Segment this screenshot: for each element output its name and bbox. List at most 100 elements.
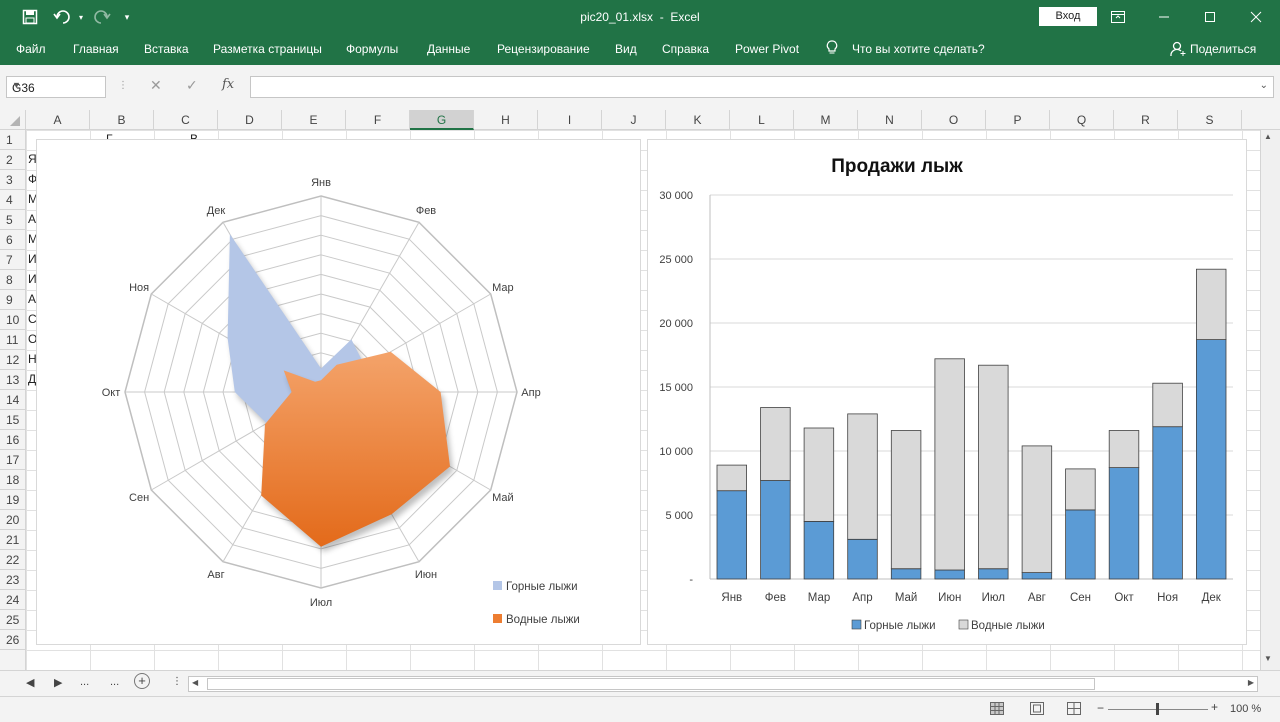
scroll-down-icon[interactable]: ▼ bbox=[1264, 654, 1272, 663]
row-header-20[interactable]: 20 bbox=[0, 510, 25, 530]
bar-water-ski[interactable] bbox=[847, 413, 878, 540]
tab-file[interactable]: Файл bbox=[16, 42, 46, 56]
row-header-4[interactable]: 4 bbox=[0, 190, 25, 210]
tab-help[interactable]: Справка bbox=[662, 42, 709, 56]
bar-water-ski[interactable] bbox=[890, 430, 922, 570]
name-box[interactable]: G36 ▼ bbox=[6, 76, 106, 98]
tab-page-layout[interactable]: Разметка страницы bbox=[213, 42, 322, 56]
horizontal-scroll-thumb[interactable] bbox=[207, 678, 1095, 690]
bar-water-ski[interactable] bbox=[1065, 468, 1096, 511]
vertical-scrollbar[interactable]: ▲ ▼ bbox=[1260, 130, 1280, 670]
column-header-h[interactable]: H bbox=[474, 110, 538, 130]
tab-review[interactable]: Рецензирование bbox=[497, 42, 590, 56]
row-header-14[interactable]: 14 bbox=[0, 390, 25, 410]
more-sheets-right[interactable]: ... bbox=[110, 676, 119, 688]
save-icon[interactable] bbox=[20, 0, 40, 34]
row-header-18[interactable]: 18 bbox=[0, 470, 25, 490]
bar-water-ski[interactable] bbox=[934, 358, 965, 571]
tab-view[interactable]: Вид bbox=[615, 42, 637, 56]
signin-button[interactable]: Вход bbox=[1039, 7, 1097, 26]
zoom-slider-thumb[interactable] bbox=[1156, 703, 1159, 715]
scroll-right-icon[interactable]: ▶ bbox=[1248, 678, 1254, 687]
row-header-7[interactable]: 7 bbox=[0, 250, 25, 270]
ribbon-display-options-icon[interactable] bbox=[1095, 0, 1141, 34]
add-sheet-button[interactable]: + bbox=[134, 673, 150, 689]
tab-data[interactable]: Данные bbox=[427, 42, 470, 56]
column-header-e[interactable]: E bbox=[282, 110, 346, 130]
row-header-11[interactable]: 11 bbox=[0, 330, 25, 350]
row-header-17[interactable]: 17 bbox=[0, 450, 25, 470]
row-header-22[interactable]: 22 bbox=[0, 550, 25, 570]
scroll-left-icon[interactable]: ◀ bbox=[192, 678, 198, 687]
row-header-16[interactable]: 16 bbox=[0, 430, 25, 450]
bar-water-ski[interactable] bbox=[803, 427, 835, 522]
column-header-l[interactable]: L bbox=[730, 110, 794, 130]
row-header-12[interactable]: 12 bbox=[0, 350, 25, 370]
column-header-a[interactable]: A bbox=[26, 110, 90, 130]
zoom-out-icon[interactable]: − bbox=[1097, 701, 1104, 715]
bar-mountain-ski[interactable] bbox=[716, 490, 748, 580]
row-header-3[interactable]: 3 bbox=[0, 170, 25, 190]
column-header-k[interactable]: K bbox=[666, 110, 730, 130]
bar-mountain-ski[interactable] bbox=[1152, 426, 1183, 580]
customize-qat-icon[interactable]: ▾ bbox=[120, 0, 134, 34]
bar-water-ski[interactable] bbox=[1152, 382, 1183, 428]
bar-water-ski[interactable] bbox=[978, 364, 1009, 570]
column-header-m[interactable]: M bbox=[794, 110, 858, 130]
zoom-in-icon[interactable]: + bbox=[1211, 700, 1218, 714]
column-header-d[interactable]: D bbox=[218, 110, 282, 130]
row-header-13[interactable]: 13 bbox=[0, 370, 25, 390]
bar-water-ski[interactable] bbox=[716, 464, 748, 492]
zoom-level[interactable]: 100 % bbox=[1230, 703, 1261, 715]
bar-water-ski[interactable] bbox=[1108, 430, 1140, 468]
tab-formulas[interactable]: Формулы bbox=[346, 42, 398, 56]
column-header-p[interactable]: P bbox=[986, 110, 1050, 130]
row-header-5[interactable]: 5 bbox=[0, 210, 25, 230]
bar-mountain-ski[interactable] bbox=[847, 538, 878, 580]
row-header-24[interactable]: 24 bbox=[0, 590, 25, 610]
page-layout-view-icon[interactable] bbox=[1030, 702, 1044, 718]
column-header-f[interactable]: F bbox=[346, 110, 410, 130]
prev-sheet-icon[interactable]: ◀ bbox=[26, 676, 34, 689]
column-header-b[interactable]: B bbox=[90, 110, 154, 130]
enter-check-icon[interactable]: ✓ bbox=[186, 77, 198, 94]
select-all-corner[interactable] bbox=[0, 110, 26, 130]
row-header-25[interactable]: 25 bbox=[0, 610, 25, 630]
row-header-19[interactable]: 19 bbox=[0, 490, 25, 510]
bar-mountain-ski[interactable] bbox=[978, 568, 1009, 580]
bar-water-ski[interactable] bbox=[760, 407, 791, 481]
column-header-i[interactable]: I bbox=[538, 110, 602, 130]
column-header-c[interactable]: C bbox=[154, 110, 218, 130]
tab-power-pivot[interactable]: Power Pivot bbox=[735, 42, 799, 56]
share-user-icon[interactable] bbox=[1170, 41, 1186, 60]
lightbulb-icon[interactable] bbox=[826, 40, 838, 59]
row-header-23[interactable]: 23 bbox=[0, 570, 25, 590]
column-header-g[interactable]: G bbox=[410, 110, 474, 130]
bar-mountain-ski[interactable] bbox=[1021, 572, 1053, 580]
row-header-8[interactable]: 8 bbox=[0, 270, 25, 290]
undo-dropdown-icon[interactable]: ▾ bbox=[76, 0, 86, 34]
row-header-6[interactable]: 6 bbox=[0, 230, 25, 250]
horizontal-scrollbar[interactable]: ◀ ▶ bbox=[188, 676, 1258, 692]
redo-icon[interactable] bbox=[88, 0, 114, 34]
vertical-scroll-track[interactable] bbox=[1264, 134, 1276, 614]
tab-home[interactable]: Главная bbox=[73, 42, 119, 56]
row-header-15[interactable]: 15 bbox=[0, 410, 25, 430]
row-header-2[interactable]: 2 bbox=[0, 150, 25, 170]
insert-function-icon[interactable]: fx bbox=[222, 77, 234, 92]
column-header-r[interactable]: R bbox=[1114, 110, 1178, 130]
row-header-26[interactable]: 26 bbox=[0, 630, 25, 650]
undo-icon[interactable] bbox=[50, 0, 76, 34]
close-icon[interactable] bbox=[1233, 0, 1279, 34]
expand-formula-icon[interactable]: ⌄ bbox=[1260, 80, 1268, 91]
column-header-s[interactable]: S bbox=[1178, 110, 1242, 130]
column-header-o[interactable]: O bbox=[922, 110, 986, 130]
more-sheets-left[interactable]: ... bbox=[80, 676, 89, 688]
bar-mountain-ski[interactable] bbox=[803, 520, 835, 580]
row-header-21[interactable]: 21 bbox=[0, 530, 25, 550]
row-header-10[interactable]: 10 bbox=[0, 310, 25, 330]
formula-input[interactable]: ⌄ bbox=[250, 76, 1274, 98]
share-button[interactable]: Поделиться bbox=[1190, 42, 1256, 56]
normal-view-icon[interactable] bbox=[990, 702, 1004, 718]
radar-chart[interactable]: Янв Фев Мар Апр Май Июн Июл Авг Сен Окт Ноя Дек Гор… bbox=[36, 139, 641, 645]
